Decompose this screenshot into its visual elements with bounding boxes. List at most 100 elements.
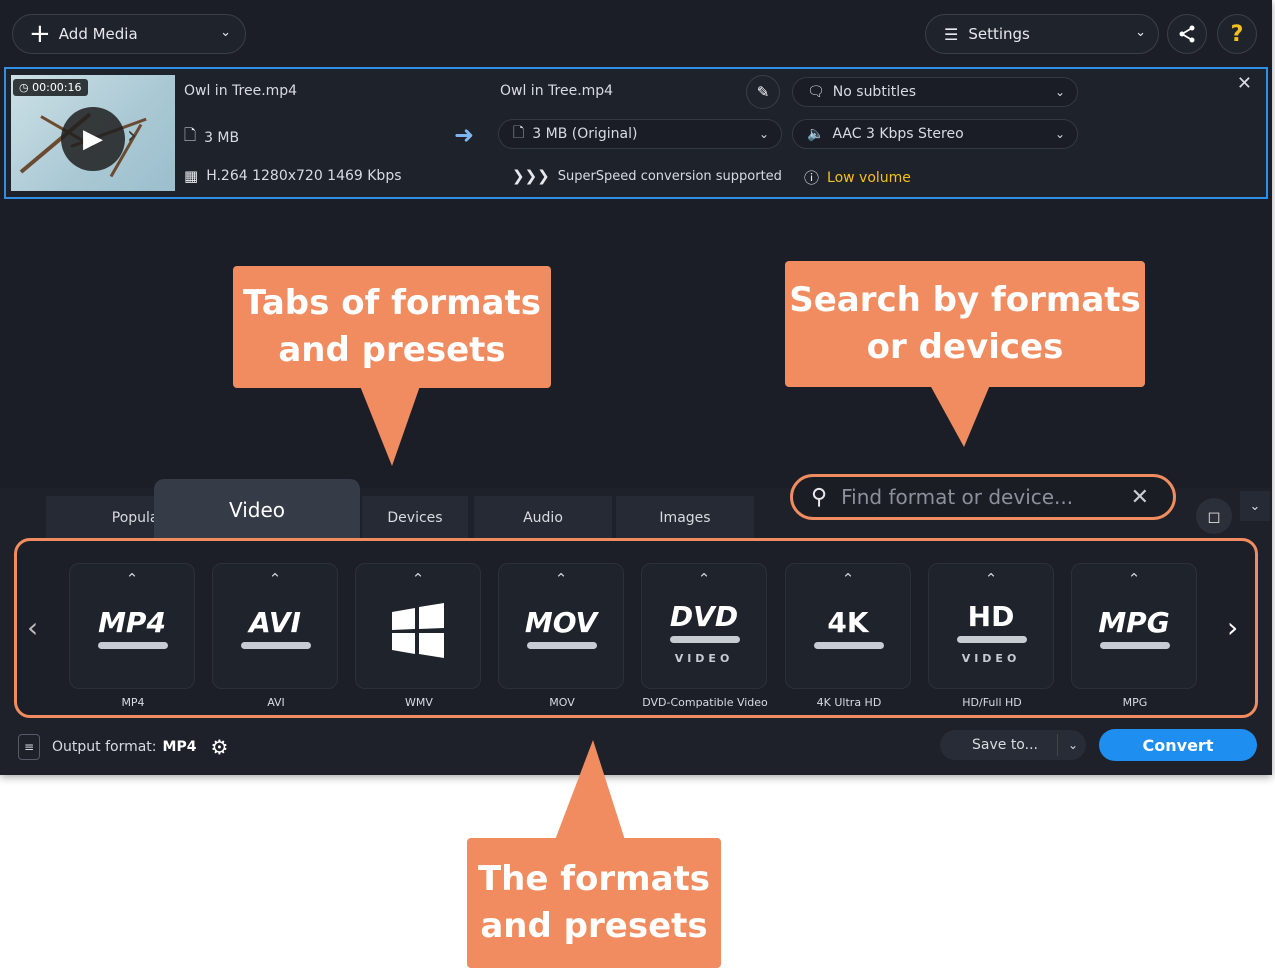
disc-bar-icon — [670, 636, 740, 643]
close-icon: ✕ — [1236, 73, 1252, 94]
format-search-box[interactable]: ⚲ Find format or device... ✕ — [790, 474, 1176, 520]
subtitles-icon: 🗨 — [807, 84, 825, 100]
output-format-value: MP4 — [162, 739, 197, 755]
convert-arrow-icon: ➜ — [454, 121, 475, 149]
format-label: AVI — [267, 696, 285, 709]
chevron-up-icon: ⌃ — [697, 570, 711, 588]
divider — [1057, 734, 1058, 756]
help-icon: ? — [1230, 21, 1244, 47]
clear-search-icon[interactable]: ✕ — [1131, 485, 1149, 510]
add-media-label: Add Media — [58, 25, 138, 43]
format-item-wmv[interactable]: ⌃ WMV — [355, 563, 481, 709]
chevron-down-icon[interactable]: ⌄ — [1068, 738, 1078, 752]
hd-icon: HD — [967, 600, 1015, 633]
format-label: WMV — [405, 696, 433, 709]
video-bar-icon — [1100, 642, 1170, 649]
callout-formats: The formats and presets — [467, 838, 721, 968]
speaker-icon: 🔈 — [807, 126, 825, 142]
mov-icon: MOV — [524, 606, 598, 639]
chevron-down-icon: ⌄ — [1054, 85, 1065, 99]
pencil-icon: ✎ — [756, 83, 770, 101]
source-codec-row: ▦ H.264 1280x720 1469 Kbps — [184, 167, 402, 185]
mpg-icon: MPG — [1098, 606, 1170, 639]
video-bar-icon — [814, 642, 884, 649]
tab-audio[interactable]: Audio — [474, 496, 612, 540]
find-device-button[interactable]: ◻ — [1196, 498, 1232, 534]
plus-icon: + — [29, 19, 51, 49]
file-item[interactable]: ◷ 00:00:16 ▶ › Owl in Tree.mp4 🗋 3 MB ▦ … — [4, 67, 1268, 199]
settings-button[interactable]: ☰ Settings ⌄ — [925, 14, 1159, 54]
format-item-mp4[interactable]: ⌃ MP4 MP4 — [69, 563, 195, 709]
callout-tabs-pointer — [360, 386, 420, 466]
chevron-down-icon: ⌄ — [1135, 25, 1146, 40]
collapse-panel-button[interactable]: ⌄ — [1240, 491, 1270, 521]
chevron-up-icon: ⌃ — [125, 570, 139, 588]
rename-button[interactable]: ✎ — [746, 75, 780, 109]
callout-search-pointer — [930, 385, 990, 447]
format-item-avi[interactable]: ⌃ AVI AVI — [212, 563, 338, 709]
format-label: 4K Ultra HD — [816, 696, 882, 709]
settings-sliders-icon: ☰ — [944, 24, 959, 44]
chevron-down-icon: ⌄ — [220, 25, 231, 40]
gear-icon[interactable]: ⚙ — [210, 735, 228, 759]
add-media-button[interactable]: + Add Media ⌄ — [12, 14, 246, 54]
format-item-mpg[interactable]: ⌃ MPG MPG — [1071, 563, 1197, 709]
superspeed-icon: ❯❯❯ — [512, 167, 550, 185]
document-icon: ≡ — [18, 734, 40, 760]
windows-logo-icon — [392, 603, 444, 658]
search-input[interactable]: Find format or device... — [841, 485, 1073, 509]
video-bar-icon — [241, 642, 311, 649]
remove-file-button[interactable]: ✕ — [1237, 73, 1252, 94]
chevron-up-icon: ⌃ — [841, 570, 855, 588]
output-size-dropdown[interactable]: 🗋 3 MB (Original) ⌄ — [498, 119, 782, 149]
video-caption: VIDEO — [674, 652, 734, 665]
play-icon: ▶ — [83, 124, 103, 154]
output-format: ≡ Output format: MP4 ⚙ — [18, 734, 228, 760]
callout-formats-pointer — [555, 740, 625, 840]
video-caption: VIDEO — [961, 652, 1021, 665]
format-item-hd[interactable]: ⌃ HD VIDEO HD/Full HD — [928, 563, 1054, 709]
audio-dropdown[interactable]: 🔈 AAC 3 Kbps Stereo ⌄ — [792, 119, 1078, 149]
source-size-row: 🗋 3 MB — [184, 125, 239, 150]
format-item-mov[interactable]: ⌃ MOV MOV — [498, 563, 624, 709]
disc-bar-icon — [957, 636, 1027, 643]
chevron-up-icon: ⌃ — [268, 570, 282, 588]
status-bar: ≡ Output format: MP4 ⚙ Save to... ⌄ Conv… — [0, 722, 1272, 772]
play-button[interactable]: ▶ — [61, 107, 125, 171]
format-item-4k[interactable]: ⌃ 4K 4K Ultra HD — [785, 563, 911, 709]
format-label: MPG — [1122, 696, 1148, 709]
save-to-button[interactable]: Save to... ⌄ — [940, 730, 1086, 760]
chevron-up-icon: ⌃ — [554, 570, 568, 588]
subtitles-dropdown[interactable]: 🗨 No subtitles ⌄ — [792, 77, 1078, 107]
callout-tabs: Tabs of formats and presets — [233, 266, 551, 388]
superspeed-note: ❯❯❯ SuperSpeed conversion supported — [512, 167, 782, 185]
convert-button[interactable]: Convert — [1099, 729, 1257, 761]
formats-list: ‹ › ⌃ MP4 MP4 ⌃ AVI AVI ⌃ WMV ⌃ MOV MOV … — [14, 538, 1258, 718]
low-volume-warning[interactable]: ⓘ Low volume — [804, 167, 911, 188]
format-label: MOV — [549, 696, 575, 709]
tab-devices[interactable]: Devices — [362, 496, 468, 540]
callout-search: Search by formats or devices — [785, 261, 1145, 387]
chevron-up-icon: ⌃ — [411, 570, 425, 588]
help-button[interactable]: ? — [1217, 14, 1257, 54]
clock-icon: ◷ — [19, 81, 33, 94]
format-item-dvd[interactable]: ⌃ DVD VIDEO DVD-Compatible Video — [641, 563, 768, 709]
top-toolbar: + Add Media ⌄ ☰ Settings ⌄ ? — [0, 0, 1272, 68]
output-filename[interactable]: Owl in Tree.mp4 — [500, 83, 613, 99]
scroll-right-icon[interactable]: › — [1227, 611, 1238, 644]
duration-badge: ◷ 00:00:16 — [13, 79, 88, 96]
tab-images[interactable]: Images — [616, 496, 754, 540]
next-frame-icon: › — [127, 121, 137, 149]
mp4-icon: MP4 — [98, 606, 166, 639]
4k-icon: 4K — [827, 606, 869, 639]
share-button[interactable] — [1167, 14, 1207, 54]
tab-video[interactable]: Video — [154, 479, 360, 540]
settings-label: Settings — [968, 25, 1030, 43]
share-icon — [1179, 25, 1195, 43]
file-icon: 🗋 — [513, 125, 525, 141]
video-thumbnail[interactable]: ◷ 00:00:16 ▶ › — [11, 75, 175, 191]
chevron-down-icon: ⌄ — [758, 127, 769, 141]
scroll-left-icon[interactable]: ‹ — [27, 611, 38, 644]
chevron-down-icon: ⌄ — [1054, 127, 1065, 141]
video-bar-icon — [527, 642, 597, 649]
